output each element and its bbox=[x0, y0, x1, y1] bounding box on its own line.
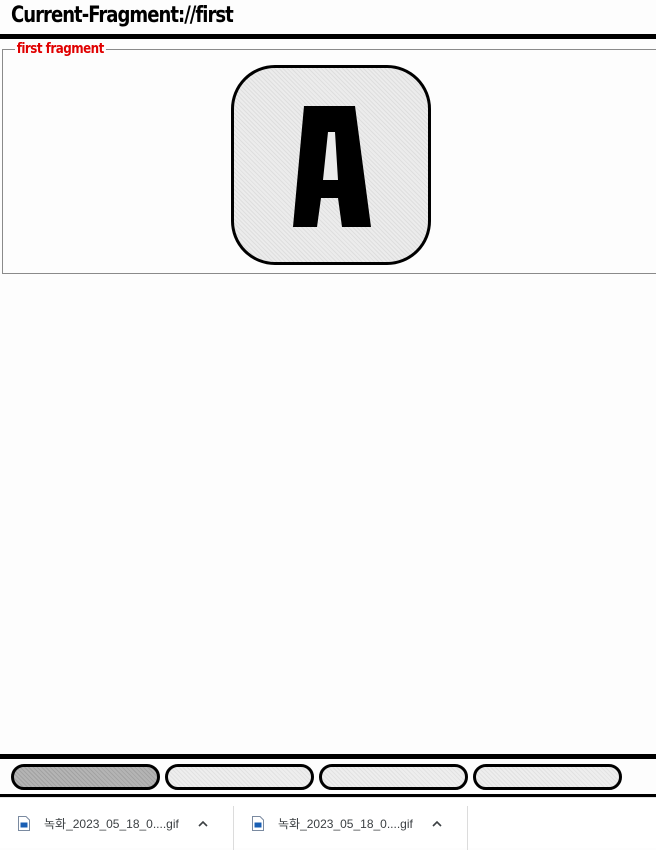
chevron-up-icon[interactable] bbox=[197, 818, 209, 830]
tab-fourth[interactable] bbox=[473, 764, 622, 790]
gif-file-icon bbox=[18, 816, 30, 831]
letter-a-glyph bbox=[293, 106, 371, 227]
letter-tile bbox=[231, 65, 431, 265]
tab-first[interactable] bbox=[11, 764, 160, 790]
chevron-up-icon[interactable] bbox=[431, 818, 443, 830]
page-title: Current-Fragment://first bbox=[11, 3, 234, 28]
download-bar: 녹화_2023_05_18_0....gif 녹화_2023_05_18_0..… bbox=[0, 797, 656, 850]
fragment-tab-bar bbox=[0, 759, 656, 794]
download-filename: 녹화_2023_05_18_0....gif bbox=[44, 817, 179, 831]
title-divider bbox=[0, 34, 656, 39]
title-bar: Current-Fragment://first bbox=[0, 0, 656, 34]
download-item[interactable]: 녹화_2023_05_18_0....gif bbox=[18, 798, 209, 849]
download-divider bbox=[233, 806, 234, 850]
gif-file-icon bbox=[252, 816, 264, 831]
tab-third[interactable] bbox=[319, 764, 468, 790]
download-divider bbox=[467, 806, 468, 850]
download-filename: 녹화_2023_05_18_0....gif bbox=[278, 817, 413, 831]
fragment-legend: first fragment bbox=[15, 41, 106, 58]
tab-second[interactable] bbox=[165, 764, 314, 790]
download-item[interactable]: 녹화_2023_05_18_0....gif bbox=[252, 798, 443, 849]
